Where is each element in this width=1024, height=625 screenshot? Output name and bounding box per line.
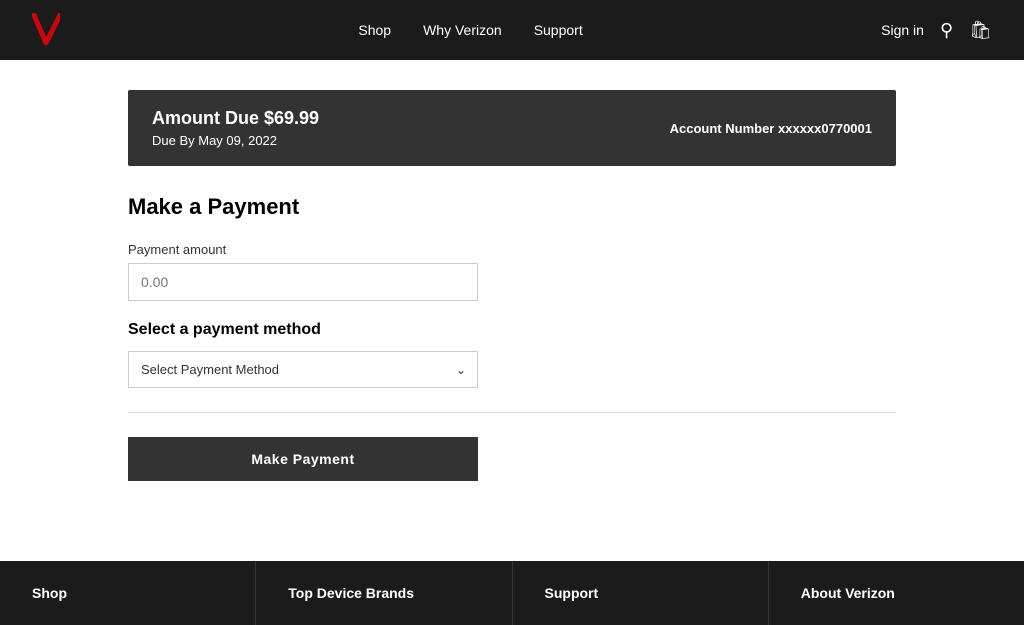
page-title: Make a Payment [128, 194, 896, 220]
header: Shop Why Verizon Support Sign in ⚲ 🛍 [0, 0, 1024, 60]
account-number: Account Number xxxxxx0770001 [670, 121, 872, 136]
cart-icon[interactable]: 🛍 [969, 20, 992, 41]
select-method-title: Select a payment method [128, 321, 896, 339]
amount-title: Amount Due $69.99 [152, 108, 319, 129]
divider [128, 412, 896, 413]
footer-about-title: About Verizon [801, 585, 992, 601]
header-actions: Sign in ⚲ 🛍 [881, 20, 992, 41]
payment-method-select[interactable]: Select Payment Method [128, 351, 478, 388]
payment-amount-label: Payment amount [128, 242, 896, 257]
footer-brands-title: Top Device Brands [288, 585, 479, 601]
main-nav: Shop Why Verizon Support [358, 22, 582, 38]
due-date: Due By May 09, 2022 [152, 133, 319, 148]
footer-col-brands: Top Device Brands [256, 561, 512, 625]
payment-amount-group: Payment amount [128, 242, 896, 301]
footer-col-support: Support [513, 561, 769, 625]
sign-in-link[interactable]: Sign in [881, 22, 924, 38]
account-label: Account Number [670, 121, 775, 136]
payment-amount-input[interactable] [128, 263, 478, 301]
make-payment-button[interactable]: Make Payment [128, 437, 478, 481]
footer-support-title: Support [545, 585, 736, 601]
main-content: Amount Due $69.99 Due By May 09, 2022 Ac… [112, 90, 912, 481]
nav-shop[interactable]: Shop [358, 22, 391, 38]
nav-support[interactable]: Support [534, 22, 583, 38]
logo[interactable] [32, 13, 60, 47]
footer-col-shop: Shop [0, 561, 256, 625]
footer-col-about: About Verizon [769, 561, 1024, 625]
search-icon[interactable]: ⚲ [940, 20, 953, 41]
verizon-logo-icon [32, 13, 60, 47]
amount-left: Amount Due $69.99 Due By May 09, 2022 [152, 108, 319, 148]
amount-banner: Amount Due $69.99 Due By May 09, 2022 Ac… [128, 90, 896, 166]
payment-method-select-wrapper: Select Payment Method ⌄ [128, 351, 478, 388]
account-number-value: xxxxxx0770001 [778, 121, 872, 136]
footer-shop-title: Shop [32, 585, 223, 601]
payment-method-group: Select a payment method Select Payment M… [128, 321, 896, 388]
footer: Shop Top Device Brands Support About Ver… [0, 561, 1024, 625]
nav-why-verizon[interactable]: Why Verizon [423, 22, 502, 38]
